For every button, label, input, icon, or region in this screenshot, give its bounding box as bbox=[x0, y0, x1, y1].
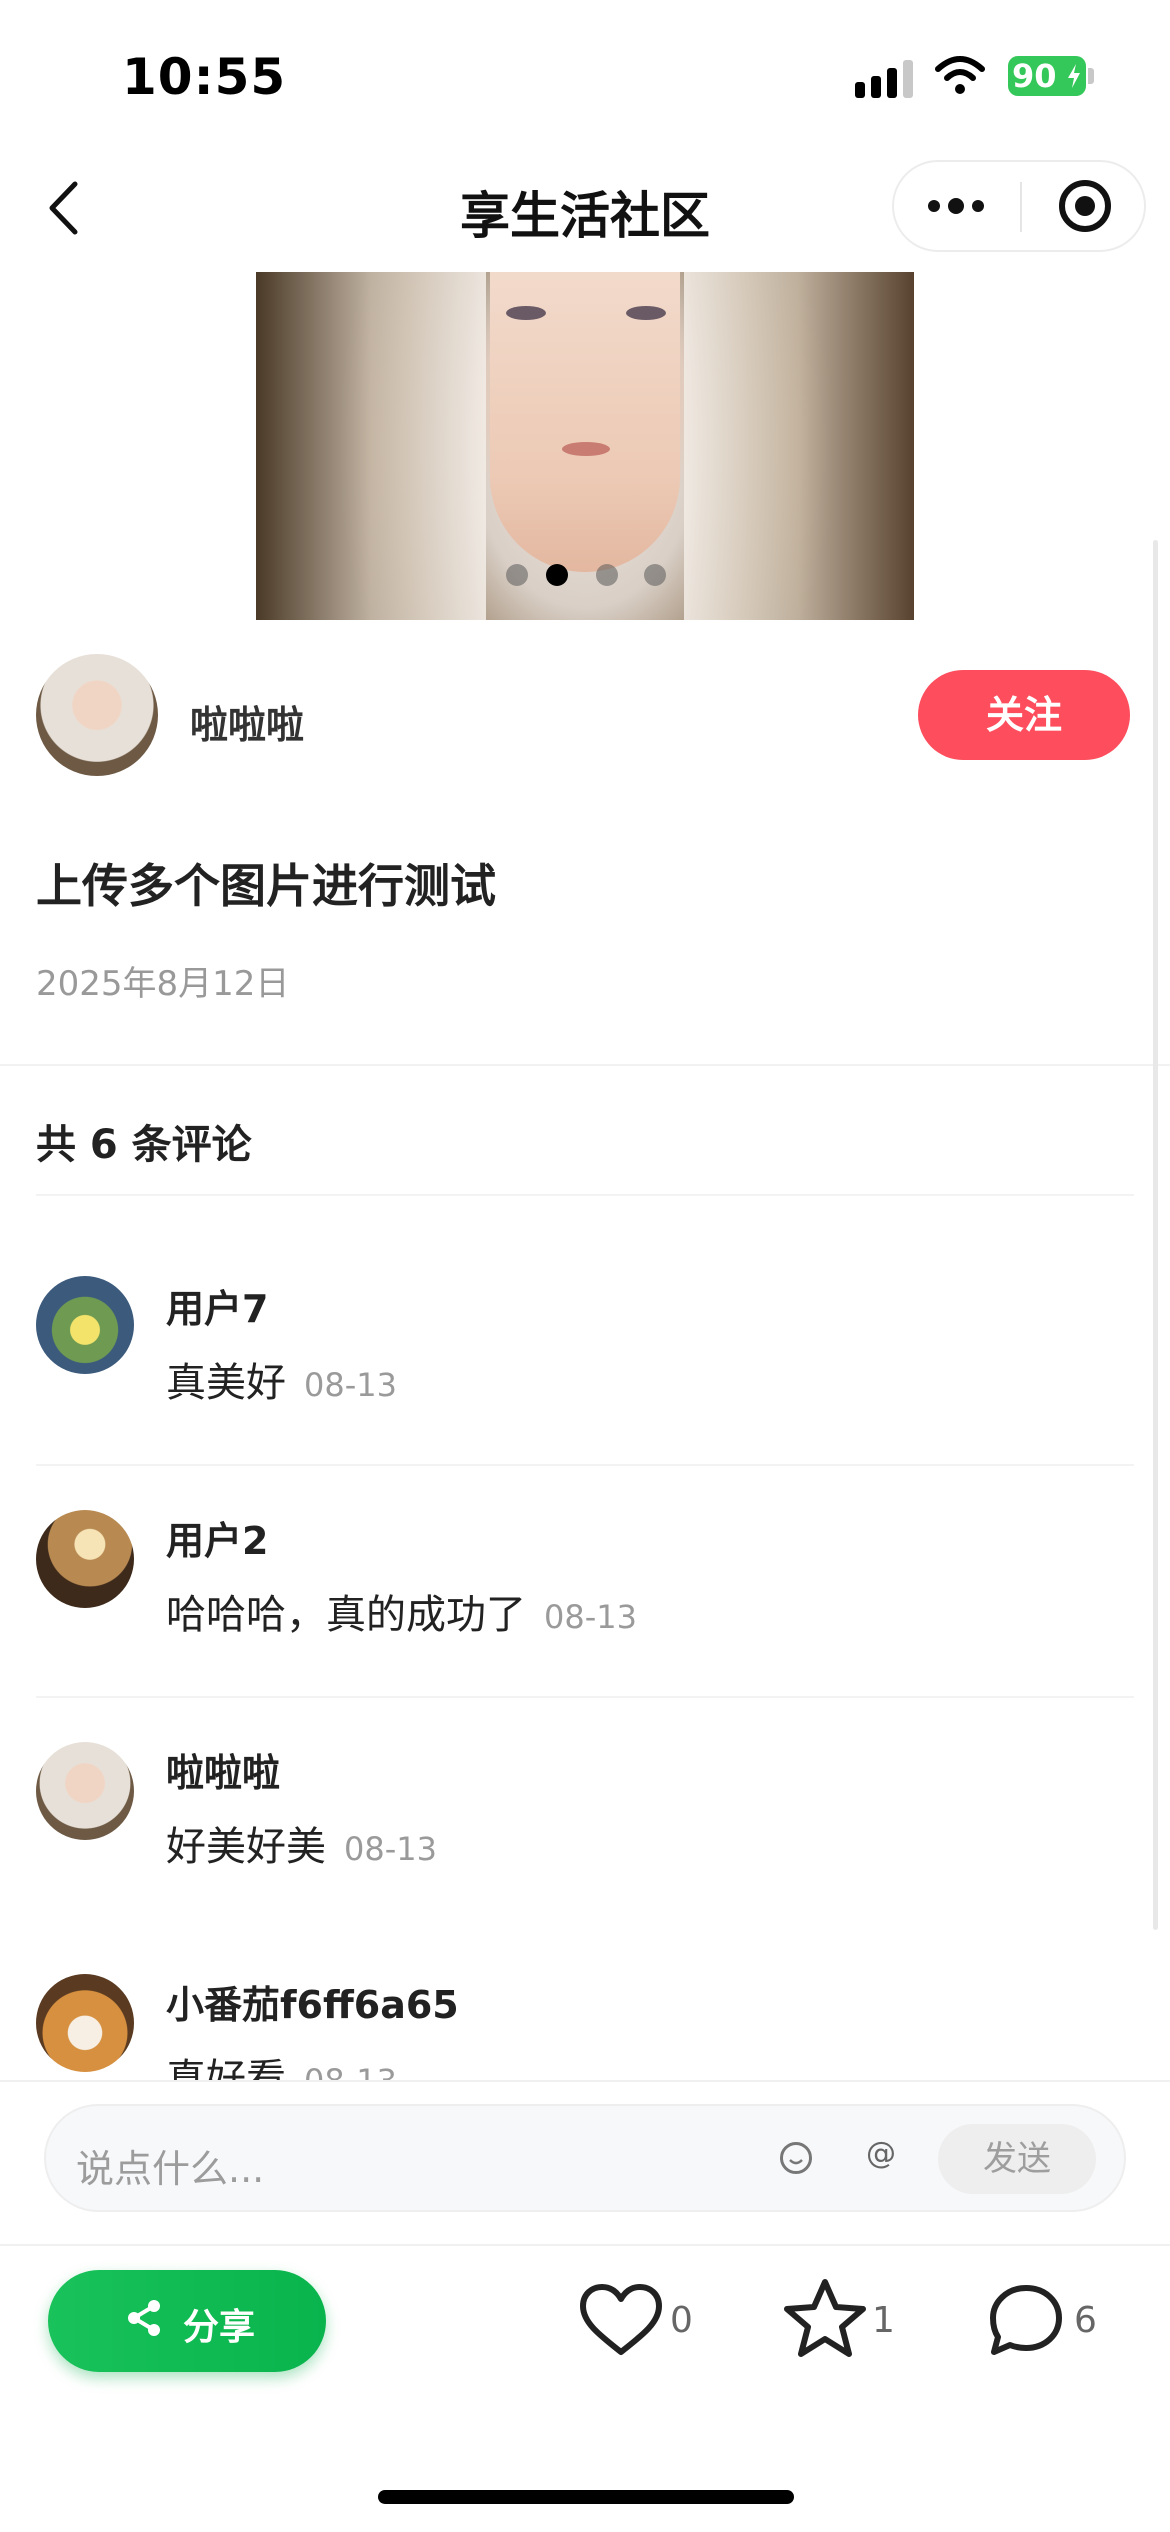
eye-right bbox=[626, 306, 666, 320]
hair-left bbox=[256, 272, 486, 620]
lips bbox=[562, 442, 610, 456]
home-indicator[interactable] bbox=[378, 2490, 794, 2504]
comment-date: 08-13 bbox=[544, 1598, 637, 1636]
battery-icon: 90 bbox=[1008, 56, 1086, 96]
hair-right bbox=[684, 272, 914, 620]
divider bbox=[0, 1064, 1170, 1066]
divider bbox=[36, 1194, 1134, 1196]
comment-date: 08-13 bbox=[304, 1366, 397, 1404]
comment-user[interactable]: 啦啦啦 bbox=[166, 1742, 280, 1797]
favorite-count: 1 bbox=[872, 2300, 895, 2341]
share-button[interactable]: 分享 bbox=[48, 2270, 326, 2372]
wifi-icon bbox=[935, 56, 985, 94]
emoji-icon[interactable] bbox=[780, 2142, 812, 2174]
comment-body: 哈哈哈，真的成功了 bbox=[166, 1592, 526, 1638]
battery-cap bbox=[1088, 68, 1094, 84]
charging-icon bbox=[1068, 64, 1080, 88]
post-title: 上传多个图片进行测试 bbox=[36, 859, 496, 913]
signal-icon bbox=[855, 58, 915, 98]
more-icon[interactable] bbox=[928, 198, 988, 214]
comment-text: 真美好 08-13 bbox=[166, 1350, 397, 1408]
mention-icon[interactable]: @ bbox=[866, 2136, 896, 2171]
comment-user[interactable]: 用户7 bbox=[166, 1278, 268, 1333]
follow-button[interactable]: 关注 bbox=[918, 670, 1130, 760]
comment-avatar[interactable] bbox=[36, 1510, 134, 1608]
capsule-divider bbox=[1020, 182, 1022, 232]
post-date: 2025年8月12日 bbox=[36, 964, 290, 1004]
carousel-dot[interactable] bbox=[596, 564, 618, 586]
carousel-dot[interactable] bbox=[506, 564, 528, 586]
comment-avatar[interactable] bbox=[36, 1742, 134, 1840]
share-icon bbox=[128, 2300, 160, 2336]
comment-input-placeholder[interactable]: 说点什么... bbox=[76, 2138, 264, 2193]
carousel-dot[interactable] bbox=[644, 564, 666, 586]
author-name[interactable]: 啦啦啦 bbox=[190, 694, 304, 749]
comment-user[interactable]: 用户2 bbox=[166, 1510, 268, 1565]
divider bbox=[0, 2244, 1170, 2246]
comment-text: 好美好美 08-13 bbox=[166, 1814, 437, 1872]
comment-body: 真美好 bbox=[166, 1360, 286, 1406]
comment-date: 08-13 bbox=[344, 1830, 437, 1868]
target-icon-center bbox=[1075, 196, 1095, 216]
star-icon[interactable] bbox=[782, 2276, 868, 2360]
heart-icon[interactable] bbox=[578, 2282, 664, 2358]
scrollbar[interactable] bbox=[1153, 540, 1158, 1930]
divider bbox=[36, 1464, 1134, 1466]
divider bbox=[36, 1696, 1134, 1698]
battery-level: 90 bbox=[1012, 57, 1057, 95]
comment-count: 6 bbox=[1074, 2300, 1097, 2341]
carousel-dot-active[interactable] bbox=[546, 564, 568, 586]
status-time: 10:55 bbox=[122, 48, 287, 106]
comment-avatar[interactable] bbox=[36, 1974, 134, 2072]
post-image-carousel[interactable] bbox=[256, 272, 914, 620]
comment-user[interactable]: 小番茄f6ff6a65 bbox=[166, 1974, 459, 2029]
comment-icon[interactable] bbox=[986, 2280, 1066, 2360]
comment-avatar[interactable] bbox=[36, 1276, 134, 1374]
comment-body: 好美好美 bbox=[166, 1824, 326, 1870]
author-avatar[interactable] bbox=[36, 654, 158, 776]
comment-count-header: 共 6 条评论 bbox=[36, 1122, 252, 1168]
send-button[interactable]: 发送 bbox=[938, 2124, 1096, 2194]
like-count: 0 bbox=[670, 2300, 693, 2341]
share-label: 分享 bbox=[183, 2307, 256, 2348]
comment-text: 哈哈哈，真的成功了 08-13 bbox=[166, 1582, 637, 1640]
eye-left bbox=[506, 306, 546, 320]
